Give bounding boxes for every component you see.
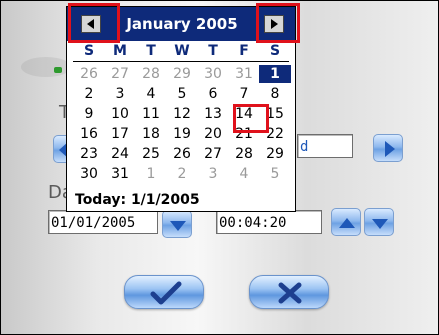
status-dot: [54, 67, 62, 73]
calendar-day[interactable]: 7: [228, 85, 260, 103]
time-increment-button[interactable]: [331, 208, 361, 236]
weekday-label: S: [83, 43, 95, 59]
calendar-day[interactable]: 18: [135, 125, 167, 143]
x-icon: [278, 282, 302, 304]
time-input[interactable]: 00:04:20: [216, 210, 322, 234]
month-year-title: January 2005: [126, 15, 238, 33]
background-decoration: [21, 57, 71, 77]
calendar-day[interactable]: 26: [166, 145, 198, 163]
weekday-divider: [73, 61, 289, 62]
next-value-button[interactable]: [373, 134, 403, 162]
calendar-day[interactable]: 9: [73, 105, 105, 123]
chevron-up-icon: [339, 218, 355, 228]
calendar-day[interactable]: 31: [104, 165, 136, 183]
cancel-button[interactable]: [249, 275, 329, 309]
highlight-prev-month: [68, 3, 120, 43]
calendar-day[interactable]: 2: [166, 165, 198, 183]
date-dropdown-button[interactable]: [162, 210, 192, 238]
device-screen: T d Da 01/01/2005 00:04:20 January 2005 …: [0, 0, 439, 335]
calendar-day[interactable]: 3: [197, 165, 229, 183]
calendar-day[interactable]: 20: [197, 125, 229, 143]
calendar-day[interactable]: 3: [104, 85, 136, 103]
weekday-label: M: [113, 43, 127, 59]
calendar-day[interactable]: 24: [104, 145, 136, 163]
weekday-label: F: [239, 43, 249, 59]
calendar-day[interactable]: 30: [197, 65, 229, 83]
calendar-day[interactable]: 4: [135, 85, 167, 103]
calendar-day[interactable]: 12: [166, 105, 198, 123]
date-input[interactable]: 01/01/2005: [48, 210, 158, 234]
calendar-day[interactable]: 8: [259, 85, 291, 103]
calendar-day[interactable]: 16: [73, 125, 105, 143]
weekday-label: W: [174, 43, 190, 59]
chevron-down-icon: [372, 219, 388, 229]
calendar-day[interactable]: 28: [135, 65, 167, 83]
calendar-day[interactable]: 27: [104, 65, 136, 83]
calendar-day[interactable]: 30: [73, 165, 105, 183]
weekday-label: S: [269, 43, 281, 59]
calendar-day[interactable]: 31: [228, 65, 260, 83]
ok-button[interactable]: [124, 275, 204, 309]
weekday-label: T: [146, 43, 156, 59]
checkmark-icon: [150, 281, 182, 305]
value-field[interactable]: d: [297, 134, 353, 158]
calendar-day[interactable]: 27: [197, 145, 229, 163]
highlight-day-14: [233, 104, 269, 133]
value-field-text: d: [300, 139, 309, 155]
calendar-day[interactable]: 19: [166, 125, 198, 143]
chevron-down-icon: [170, 221, 186, 231]
calendar-day[interactable]: 5: [166, 85, 198, 103]
calendar-day[interactable]: 29: [259, 145, 291, 163]
calendar-day[interactable]: 10: [104, 105, 136, 123]
calendar-day[interactable]: 23: [73, 145, 105, 163]
calendar-day[interactable]: 1: [259, 65, 291, 83]
calendar-day[interactable]: 17: [104, 125, 136, 143]
highlight-next-month: [256, 3, 300, 43]
calendar-day[interactable]: 6: [197, 85, 229, 103]
calendar-day[interactable]: 2: [73, 85, 105, 103]
weekday-label: T: [208, 43, 218, 59]
calendar-day[interactable]: 13: [197, 105, 229, 123]
time-decrement-button[interactable]: [364, 208, 394, 236]
calendar-day[interactable]: 26: [73, 65, 105, 83]
calendar-day[interactable]: 11: [135, 105, 167, 123]
calendar-day[interactable]: 28: [228, 145, 260, 163]
today-label[interactable]: Today: 1/1/2005: [75, 192, 200, 208]
right-arrow-icon: [385, 141, 395, 157]
calendar-day[interactable]: 29: [166, 65, 198, 83]
calendar-day[interactable]: 1: [135, 165, 167, 183]
calendar-day[interactable]: 4: [228, 165, 260, 183]
calendar-day[interactable]: 5: [259, 165, 291, 183]
calendar-day[interactable]: 25: [135, 145, 167, 163]
